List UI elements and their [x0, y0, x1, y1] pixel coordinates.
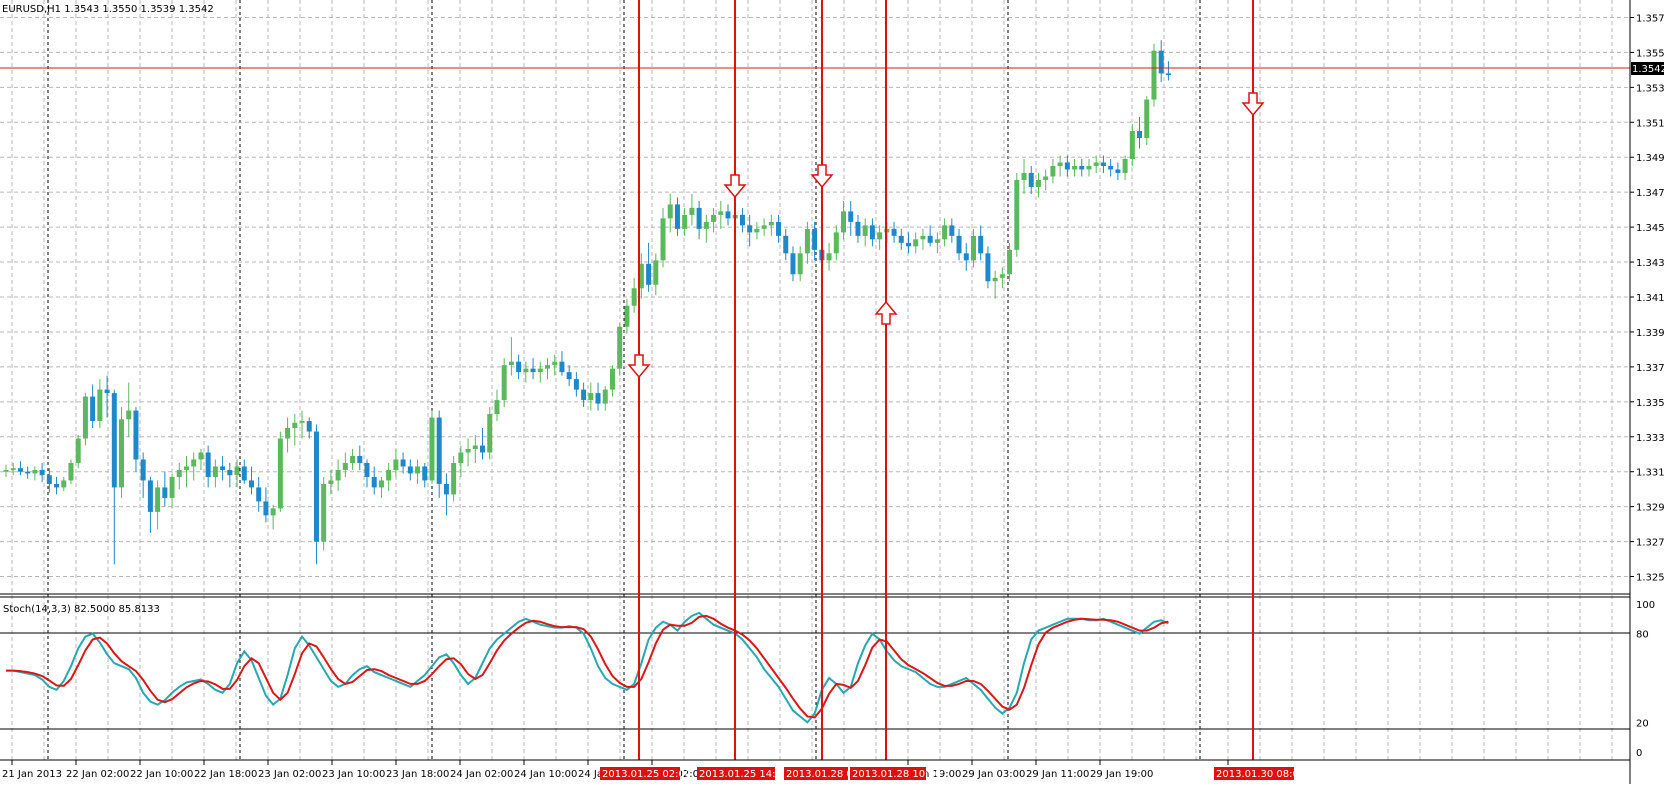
stoch-level-label: 20: [1636, 718, 1649, 729]
stoch-level-label: 80: [1636, 630, 1649, 641]
price-label: 1.3455: [1636, 223, 1664, 234]
stoch-level-label: 0: [1636, 748, 1642, 759]
candle: [68, 459, 74, 484]
price-label: 1.3335: [1636, 433, 1664, 444]
price-label: 1.3535: [1636, 83, 1664, 94]
stoch-title: Stoch(14,3,3) 82.5000 85.8133: [3, 604, 160, 615]
candle: [321, 476, 327, 551]
metatrader-chart-window[interactable]: 1.3575 1.3555 1.3535 1.3515 1.3495 1.3475 1.34…: [0, 0, 1664, 784]
current-price-tag-text: 1.3542: [1632, 64, 1664, 75]
price-label: 1.3395: [1636, 328, 1664, 339]
time-label: 24 Ja: [578, 769, 603, 780]
signal-time-tag-text: 2013.01.25 14:00: [699, 769, 788, 780]
price-label: 1.3315: [1636, 468, 1664, 479]
candle: [429, 410, 435, 484]
time-label: 24 Jan 02:00: [450, 769, 513, 780]
price-label: 1.3435: [1636, 258, 1664, 269]
candle: [501, 358, 507, 408]
time-label: 24 Jan 10:00: [514, 769, 577, 780]
candle: [617, 323, 623, 376]
chart-canvas[interactable]: 1.3575 1.3555 1.3535 1.3515 1.3495 1.3475 1.34…: [0, 0, 1664, 784]
signal-time-tag-text: 2013.01.25 02:00: [602, 769, 691, 780]
price-label: 1.3295: [1636, 503, 1664, 514]
time-label: 23 Jan 10:00: [322, 769, 385, 780]
price-label: 1.3555: [1636, 48, 1664, 59]
price-label: 1.3475: [1636, 188, 1664, 199]
time-label: 29 Jan 03:00: [962, 769, 1025, 780]
time-label: 22 Jan 18:00: [194, 769, 257, 780]
candle: [1014, 172, 1020, 257]
candle: [277, 431, 283, 512]
price-label: 1.3495: [1636, 153, 1664, 164]
time-label: 22 Jan 02:00: [66, 769, 129, 780]
candle: [119, 407, 125, 498]
price-label: 1.3375: [1636, 363, 1664, 374]
candle: [82, 393, 88, 446]
chart-title: EURUSD,H1 1.3543 1.3550 1.3539 1.3542: [2, 4, 214, 15]
candle: [487, 407, 493, 460]
time-label: 21 Jan 2013: [2, 769, 62, 780]
time-label: 29 Jan 19:00: [1090, 769, 1153, 780]
candle: [1151, 43, 1157, 107]
signal-time-tag-text: 2013.01.28 10:00: [852, 769, 941, 780]
price-label: 1.3355: [1636, 398, 1664, 409]
time-label: 23 Jan 02:00: [258, 769, 321, 780]
signal-time-tag-text: 2013.01.28 02: [786, 769, 859, 780]
time-label: 22 Jan 10:00: [130, 769, 193, 780]
price-label: 1.3575: [1636, 13, 1664, 24]
time-label: 29 Jan 11:00: [1026, 769, 1089, 780]
stoch-level-label: 100: [1636, 600, 1655, 611]
price-label: 1.3415: [1636, 293, 1664, 304]
price-label: 1.3515: [1636, 118, 1664, 129]
signal-time-tag-text: 2013.01.30 08:00: [1216, 769, 1305, 780]
price-label: 1.3255: [1636, 573, 1664, 584]
price-label: 1.3275: [1636, 538, 1664, 549]
time-label: 23 Jan 18:00: [386, 769, 449, 780]
candle: [1144, 96, 1150, 146]
